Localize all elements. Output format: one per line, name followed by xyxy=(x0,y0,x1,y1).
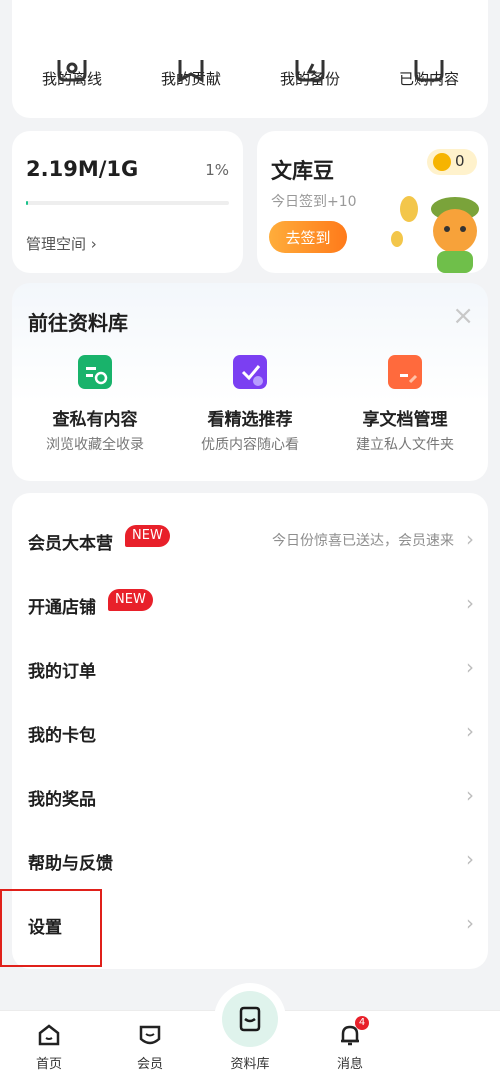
tab-label: 资料库 xyxy=(230,1057,270,1072)
library-title: 前往资料库 xyxy=(28,311,128,335)
chevron-right-icon: › xyxy=(466,655,474,679)
menu-hint: 今日份惊喜已送达，会员速来 xyxy=(272,533,454,549)
menu-row-help[interactable]: 帮助与反馈 › xyxy=(12,827,488,891)
beans-count: 0 xyxy=(455,152,465,170)
library-item-desc: 建立私人文件夹 xyxy=(356,437,454,453)
storage-progress-fill xyxy=(26,201,29,205)
menu-row-vip-camp[interactable]: 会员大本营 NEW 今日份惊喜已送达，会员速来 › xyxy=(12,507,488,571)
tab-label: 消息 xyxy=(336,1057,363,1072)
library-item-manage[interactable]: 享文档管理 建立私人文件夹 xyxy=(330,355,480,454)
library-center-button[interactable] xyxy=(214,983,286,1055)
backup-icon xyxy=(295,60,325,82)
chevron-right-icon: › xyxy=(466,719,474,743)
beans-count-badge: 0 xyxy=(427,149,477,175)
library-item-name: 享文档管理 xyxy=(362,410,448,430)
checkin-button[interactable]: 去签到 xyxy=(269,221,347,253)
menu-label: 帮助与反馈 xyxy=(28,854,113,874)
menu-label: 会员大本营 xyxy=(28,534,113,554)
quick-item-contribution[interactable]: 我的贡献 xyxy=(136,40,246,89)
storage-progress-bar xyxy=(26,201,229,205)
vip-icon xyxy=(139,1025,161,1045)
chevron-right-icon: › xyxy=(466,783,474,807)
purchased-icon xyxy=(414,60,444,82)
library-icon xyxy=(239,1006,261,1032)
menu-label: 我的订单 xyxy=(28,662,96,682)
tab-label: 会员 xyxy=(136,1057,163,1072)
new-badge: NEW xyxy=(108,589,153,611)
quick-item-purchased[interactable]: 已购内容 xyxy=(374,40,484,89)
new-badge: NEW xyxy=(125,525,170,547)
menu-row-card-wallet[interactable]: 我的卡包 › xyxy=(12,699,488,763)
offline-icon xyxy=(57,60,87,82)
menu-row-prizes[interactable]: 我的奖品 › xyxy=(12,763,488,827)
coin-icon xyxy=(433,153,451,171)
library-item-name: 查私有内容 xyxy=(52,410,138,430)
folder-icon xyxy=(388,355,422,389)
tab-vip[interactable]: 会员 xyxy=(115,1019,185,1072)
menu-label: 开通店铺 xyxy=(28,598,96,618)
home-icon xyxy=(38,1024,60,1046)
featured-icon xyxy=(233,355,267,389)
manage-space-link[interactable]: 管理空间 › xyxy=(26,233,97,254)
menu-row-orders[interactable]: 我的订单 › xyxy=(12,635,488,699)
menu-row-open-shop[interactable]: 开通店铺 NEW › xyxy=(12,571,488,635)
beans-title: 文库豆 xyxy=(271,159,334,183)
library-item-desc: 优质内容随心看 xyxy=(201,437,299,453)
settings-highlight-box xyxy=(0,889,102,967)
tab-home[interactable]: 首页 xyxy=(14,1019,84,1072)
library-item-private[interactable]: 查私有内容 浏览收藏全收录 xyxy=(20,355,170,454)
library-item-desc: 浏览收藏全收录 xyxy=(46,437,144,453)
menu-label: 我的卡包 xyxy=(28,726,96,746)
storage-value: 2.19M/1G xyxy=(26,157,139,181)
chevron-right-icon: › xyxy=(466,591,474,615)
quick-item-offline[interactable]: 我的离线 xyxy=(17,40,127,89)
chevron-right-icon: › xyxy=(466,911,474,935)
quick-item-backup[interactable]: 我的备份 xyxy=(255,40,365,89)
tab-label: 首页 xyxy=(35,1057,62,1072)
storage-card[interactable]: 2.19M/1G 1% 管理空间 › xyxy=(12,131,243,273)
library-item-name: 看精选推荐 xyxy=(207,410,293,430)
mascot-illustration xyxy=(391,196,479,273)
chevron-right-icon: › xyxy=(466,847,474,871)
tab-messages[interactable]: 消息 xyxy=(315,1019,385,1072)
private-content-icon xyxy=(78,355,112,389)
close-icon[interactable]: × xyxy=(452,301,474,331)
contribution-icon xyxy=(178,60,204,82)
storage-percent: 1% xyxy=(205,161,229,179)
menu-label: 我的奖品 xyxy=(28,790,96,810)
beans-subtitle: 今日签到+10 xyxy=(271,194,357,210)
chevron-right-icon: › xyxy=(466,527,474,551)
library-card: 前往资料库 × 查私有内容 浏览收藏全收录 看精选推荐 优质内容随心看 享文档管… xyxy=(12,283,488,481)
beans-card: 文库豆 0 今日签到+10 去签到 xyxy=(257,131,488,273)
messages-badge: 4 xyxy=(355,1016,369,1030)
quick-actions-card: 我的离线 我的贡献 我的备份 已购内容 xyxy=(12,0,488,118)
library-center-bg xyxy=(222,991,278,1047)
library-item-featured[interactable]: 看精选推荐 优质内容随心看 xyxy=(175,355,325,454)
